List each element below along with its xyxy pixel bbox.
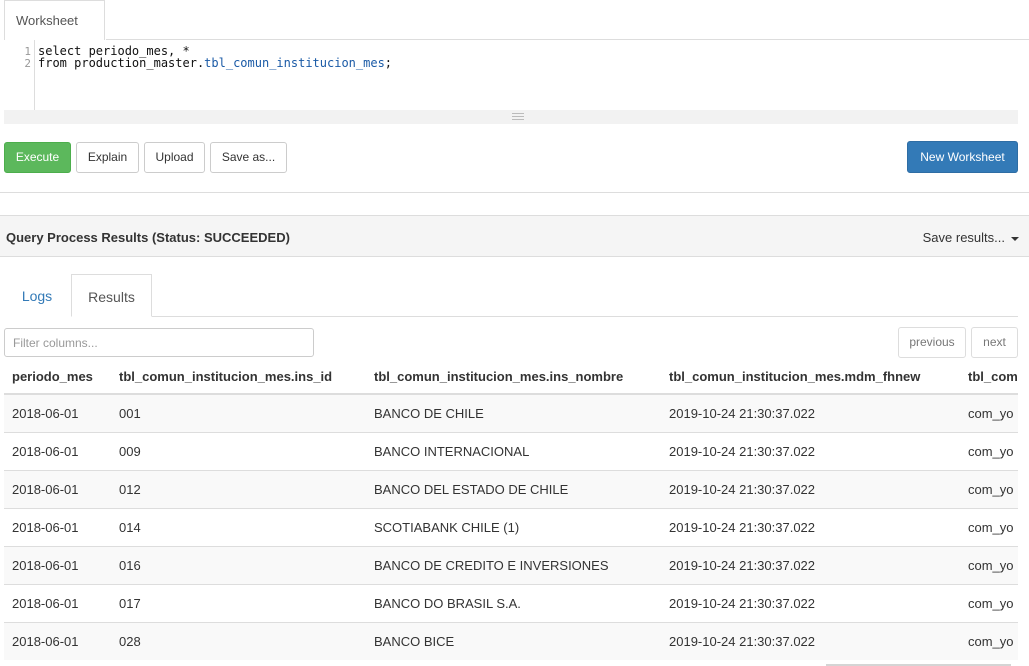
save-as-button[interactable]: Save as... bbox=[210, 142, 287, 173]
column-header[interactable]: tbl_comun_institucion_mes.mdm_usernew bbox=[960, 359, 1018, 395]
table-cell: SCOTIABANK CHILE (1) bbox=[366, 507, 661, 546]
table-cell: 012 bbox=[111, 469, 366, 508]
table-cell: 2019-10-24 21:30:37.022 bbox=[661, 469, 960, 508]
table-cell: 2018-06-01 bbox=[4, 507, 111, 546]
tab-results[interactable]: Results bbox=[71, 274, 152, 317]
line-number: 2 bbox=[24, 57, 31, 70]
save-results-label: Save results... bbox=[922, 230, 1005, 245]
table-cell: 016 bbox=[111, 545, 366, 584]
caret-down-icon bbox=[1011, 236, 1019, 241]
table-row: 2018-06-01 012 BANCO DEL ESTADO DE CHILE… bbox=[4, 469, 1018, 508]
table-cell: 2018-06-01 bbox=[4, 621, 111, 660]
table-cell: 014 bbox=[111, 507, 366, 546]
column-header[interactable]: tbl_comun_institucion_mes.ins_id bbox=[111, 359, 366, 395]
table-cell: 2019-10-24 21:30:37.022 bbox=[661, 507, 960, 546]
code-text: from production_master. bbox=[38, 56, 205, 70]
table-cell: com_yo bbox=[960, 507, 1018, 546]
table-cell: 2019-10-24 21:30:37.022 bbox=[661, 621, 960, 660]
table-cell: com_yo bbox=[960, 431, 1018, 470]
new-worksheet-button[interactable]: New Worksheet bbox=[907, 141, 1018, 173]
previous-page-button[interactable]: previous bbox=[898, 327, 966, 358]
table-row: 2018-06-01 009 BANCO INTERNACIONAL 2019-… bbox=[4, 431, 1018, 470]
line-number-gutter: 1 2 bbox=[4, 40, 35, 110]
table-cell: 2019-10-24 21:30:37.022 bbox=[661, 545, 960, 584]
editor-resize-handle[interactable] bbox=[4, 110, 1018, 124]
table-row: 2018-06-01 028 BANCO BICE 2019-10-24 21:… bbox=[4, 621, 1018, 660]
code-line-2[interactable]: from production_master.tbl_comun_institu… bbox=[38, 56, 392, 70]
sql-editor[interactable]: 1 2 select periodo_mes, * from productio… bbox=[4, 40, 1018, 110]
worksheet-tab-strip: Worksheet bbox=[0, 0, 1029, 40]
table-header-row: periodo_mes tbl_comun_institucion_mes.in… bbox=[4, 359, 1018, 395]
table-row: 2018-06-01 016 BANCO DE CREDITO E INVERS… bbox=[4, 545, 1018, 584]
table-cell: 2018-06-01 bbox=[4, 545, 111, 584]
drag-handle-icon bbox=[512, 113, 524, 122]
table-row: 2018-06-01 017 BANCO DO BRASIL S.A. 2019… bbox=[4, 583, 1018, 622]
results-table: periodo_mes tbl_comun_institucion_mes.in… bbox=[4, 359, 1018, 660]
table-cell: 2018-06-01 bbox=[4, 469, 111, 508]
tabs-divider bbox=[152, 316, 1018, 317]
table-cell: com_yo bbox=[960, 469, 1018, 508]
results-panel-header: Query Process Results (Status: SUCCEEDED… bbox=[0, 215, 1029, 257]
results-panel-title: Query Process Results (Status: SUCCEEDED… bbox=[6, 230, 290, 245]
next-page-button[interactable]: next bbox=[971, 327, 1018, 358]
column-header[interactable]: periodo_mes bbox=[4, 359, 111, 395]
upload-button[interactable]: Upload bbox=[144, 142, 205, 173]
tab-worksheet[interactable]: Worksheet bbox=[4, 0, 105, 40]
table-row: 2018-06-01 014 SCOTIABANK CHILE (1) 2019… bbox=[4, 507, 1018, 546]
code-text: ; bbox=[384, 56, 393, 70]
execute-button[interactable]: Execute bbox=[4, 142, 71, 173]
filter-columns-input[interactable] bbox=[4, 328, 314, 357]
table-cell: 2018-06-01 bbox=[4, 583, 111, 622]
table-cell: BANCO DE CHILE bbox=[366, 393, 661, 432]
code-table-name: tbl_comun_institucion_mes bbox=[204, 56, 385, 70]
save-results-dropdown[interactable]: Save results... bbox=[923, 230, 1019, 245]
table-cell: com_yo bbox=[960, 393, 1018, 432]
results-table-container[interactable]: periodo_mes tbl_comun_institucion_mes.in… bbox=[4, 359, 1018, 666]
table-cell: BANCO BICE bbox=[366, 621, 661, 660]
table-cell: BANCO DEL ESTADO DE CHILE bbox=[366, 469, 661, 508]
table-cell: 2018-06-01 bbox=[4, 393, 111, 432]
table-row: 2018-06-01 001 BANCO DE CHILE 2019-10-24… bbox=[4, 393, 1018, 432]
table-cell: com_yo bbox=[960, 621, 1018, 660]
table-cell: 028 bbox=[111, 621, 366, 660]
table-cell: 2018-06-01 bbox=[4, 431, 111, 470]
table-cell: com_yo bbox=[960, 545, 1018, 584]
section-divider bbox=[0, 192, 1029, 193]
table-cell: 009 bbox=[111, 431, 366, 470]
table-cell: 2019-10-24 21:30:37.022 bbox=[661, 583, 960, 622]
table-cell: 2019-10-24 21:30:37.022 bbox=[661, 431, 960, 470]
table-cell: 2019-10-24 21:30:37.022 bbox=[661, 393, 960, 432]
explain-button[interactable]: Explain bbox=[76, 142, 139, 173]
table-cell: BANCO INTERNACIONAL bbox=[366, 431, 661, 470]
column-header[interactable]: tbl_comun_institucion_mes.ins_nombre bbox=[366, 359, 661, 395]
table-cell: BANCO DE CREDITO E INVERSIONES bbox=[366, 545, 661, 584]
column-header[interactable]: tbl_comun_institucion_mes.mdm_fhnew bbox=[661, 359, 960, 395]
table-cell: 001 bbox=[111, 393, 366, 432]
table-cell: com_yo bbox=[960, 583, 1018, 622]
table-cell: 017 bbox=[111, 583, 366, 622]
table-cell: BANCO DO BRASIL S.A. bbox=[366, 583, 661, 622]
tab-logs[interactable]: Logs bbox=[4, 274, 70, 317]
